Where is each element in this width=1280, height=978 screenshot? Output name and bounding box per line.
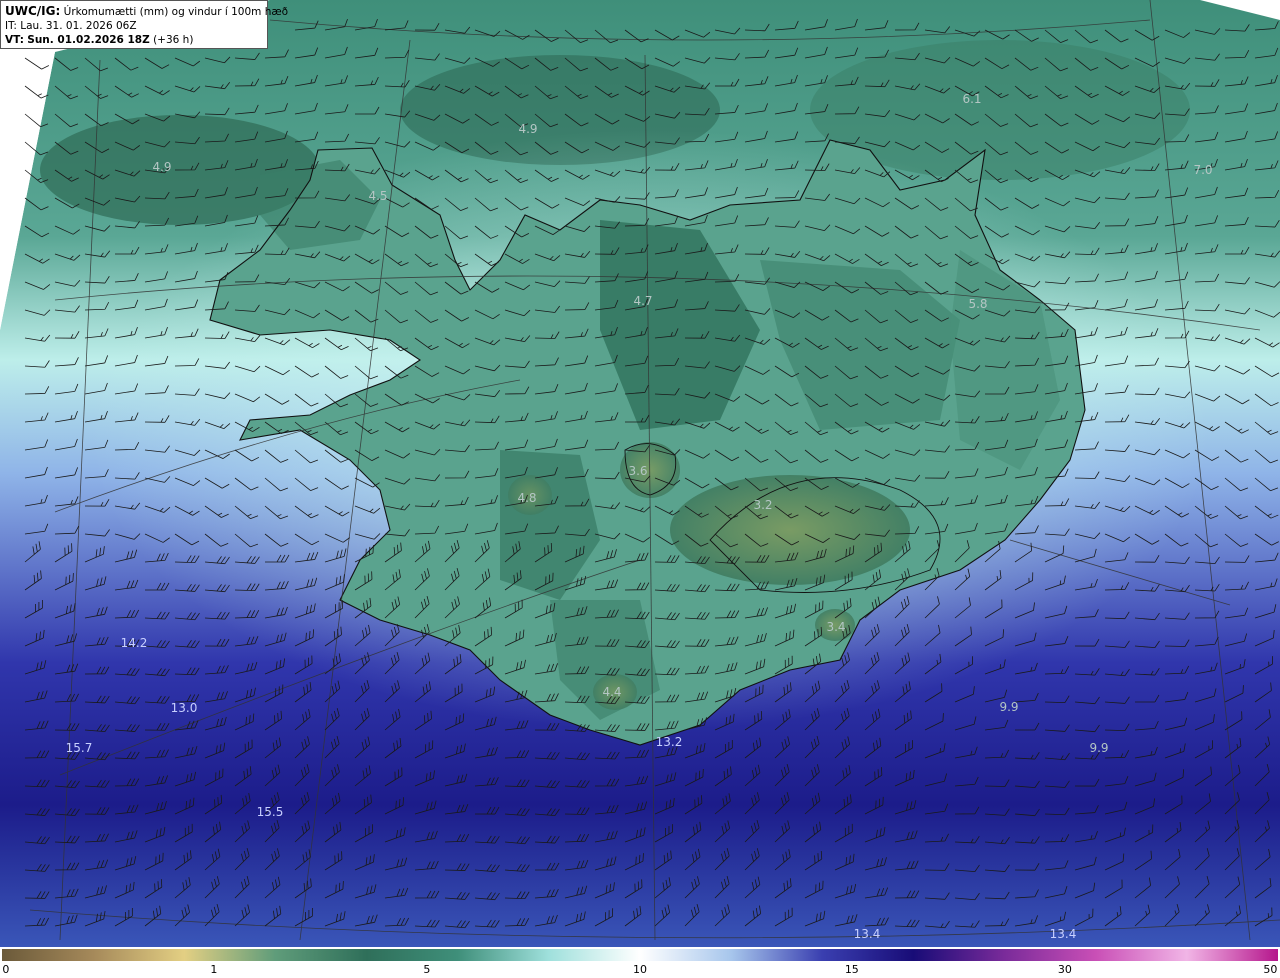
value-label: 13.0 — [170, 701, 198, 715]
value-label: 13.4 — [1049, 927, 1077, 941]
colorbar: 0 1 5 10 15 30 50 — [0, 947, 1280, 978]
colorbar-strip — [2, 949, 1278, 961]
valid-prefix: VT: — [5, 34, 24, 46]
colorbar-tick-label: 50 — [1263, 963, 1278, 976]
value-label: 7.0 — [1193, 163, 1213, 177]
value-label: 14.2 — [120, 636, 148, 650]
value-label: 4.9 — [152, 160, 172, 174]
init-prefix: IT: — [5, 20, 17, 32]
value-label: 4.5 — [368, 189, 388, 203]
value-label: 15.5 — [256, 805, 284, 819]
value-label: 9.9 — [999, 700, 1019, 714]
value-label: 13.4 — [853, 927, 881, 941]
colorbar-tick-label: 10 — [633, 963, 647, 976]
colorbar-tick-label: 5 — [423, 963, 431, 976]
value-label: 6.1 — [962, 92, 982, 106]
value-label: 15.7 — [65, 741, 93, 755]
value-label: 3.2 — [753, 498, 773, 512]
value-label: 3.4 — [826, 620, 846, 634]
value-label: 4.9 — [518, 122, 538, 136]
colorbar-tick-label: 1 — [210, 963, 218, 976]
parameter-name: Úrkomumætti (mm) og vindur í 100m hæð — [63, 6, 289, 18]
colorbar-tick-label: 0 — [2, 963, 10, 976]
value-label: 4.8 — [517, 491, 537, 505]
valid-time: Sun. 01.02.2026 18Z — [27, 34, 150, 46]
lead-time: (+36 h) — [153, 34, 194, 46]
init-time: Lau. 31. 01. 2026 06Z — [20, 20, 137, 32]
value-label: 3.6 — [628, 464, 648, 478]
colorbar-tick-label: 15 — [844, 963, 859, 976]
map-title-box: UWC/IG: Úrkomumætti (mm) og vindur í 100… — [0, 0, 288, 49]
colorbar-tick-label: 30 — [1057, 963, 1072, 976]
value-label: 5.8 — [968, 297, 988, 311]
model-name: UWC/IG: — [5, 4, 61, 18]
value-label: 9.9 — [1089, 741, 1109, 755]
value-label: 4.7 — [633, 294, 653, 308]
value-label: 4.4 — [602, 685, 622, 699]
value-label: 13.2 — [655, 735, 683, 749]
